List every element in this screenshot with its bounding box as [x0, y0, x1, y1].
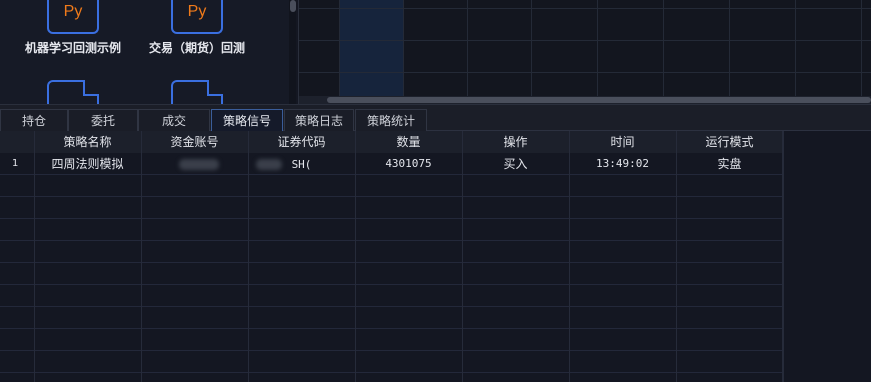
cell-action: 买入	[503, 157, 528, 171]
cell-time: 13:49:02	[596, 157, 649, 170]
table-row-empty	[0, 175, 783, 197]
column-header-index[interactable]	[0, 131, 34, 153]
column-header-run-mode[interactable]: 运行模式	[676, 131, 783, 153]
selected-column-highlight	[339, 0, 403, 96]
column-header-time[interactable]: 时间	[569, 131, 676, 153]
row-index: 1	[12, 158, 19, 169]
strategy-signal-table: 策略名称 资金账号 证券代码 数量 操作 时间 运行模式 1 四周法则模拟 SH…	[0, 131, 783, 382]
tab-strategy-signals[interactable]: 策略信号	[211, 109, 283, 131]
table-row-empty	[0, 307, 783, 329]
file-icon	[171, 80, 223, 104]
file-browser-scrollbar[interactable]	[289, 0, 296, 104]
table-row-empty	[0, 285, 783, 307]
column-header-action[interactable]: 操作	[462, 131, 569, 153]
cell-run-mode: 实盘	[717, 157, 742, 171]
table-row[interactable]: 1 四周法则模拟 SH( 4301075 买入 13:49:02 实盘	[0, 153, 783, 175]
table-empty-area	[783, 131, 871, 382]
cell-account	[141, 153, 248, 175]
file-item-futures-backtest[interactable]: Py 交易（期货）回测	[132, 0, 262, 56]
python-file-icon: Py	[171, 0, 223, 34]
cell-strategy-name: 四周法则模拟	[51, 157, 124, 171]
chart-grid-area	[298, 0, 871, 104]
file-item-ml-backtest[interactable]: Py 机器学习回测示例	[8, 0, 138, 56]
python-file-icon: Py	[47, 0, 99, 34]
table-row-empty	[0, 219, 783, 241]
tab-strategy-log[interactable]: 策略日志	[284, 109, 354, 131]
tab-trades[interactable]: 成交	[138, 109, 210, 131]
table-row-empty	[0, 351, 783, 373]
redacted-code	[256, 159, 282, 170]
column-header-strategy-name[interactable]: 策略名称	[34, 131, 141, 153]
tab-strategy-stats[interactable]: 策略统计	[355, 109, 427, 131]
table-row-empty	[0, 197, 783, 219]
table-row-empty	[0, 263, 783, 285]
tab-orders[interactable]: 委托	[68, 109, 138, 131]
bottom-tab-bar: 持仓 委托 成交 策略信号 策略日志 策略统计	[0, 104, 871, 131]
column-header-account[interactable]: 资金账号	[141, 131, 248, 153]
file-label: 交易（期货）回测	[148, 41, 245, 55]
scrollbar-thumb[interactable]	[327, 97, 871, 103]
column-header-quantity[interactable]: 数量	[355, 131, 462, 153]
tab-positions[interactable]: 持仓	[0, 109, 68, 131]
cell-quantity: 4301075	[385, 157, 432, 170]
table-row-empty	[0, 241, 783, 263]
file-icon	[47, 80, 99, 104]
app-window: Py 机器学习回测示例 Py 交易（期货）回测 持仓 委托 成交 策略信号 策略…	[0, 0, 871, 382]
strategy-file-browser: Py 机器学习回测示例 Py 交易（期货）回测	[0, 0, 296, 104]
file-item-4[interactable]	[132, 80, 262, 104]
scrollbar-thumb[interactable]	[290, 0, 296, 12]
file-item-3[interactable]	[8, 80, 138, 104]
cell-security-code: SH(	[248, 153, 355, 175]
file-label: 机器学习回测示例	[24, 41, 121, 55]
redacted-account	[179, 159, 219, 170]
grid-horizontal-scrollbar[interactable]	[299, 96, 871, 104]
column-header-security-code[interactable]: 证券代码	[248, 131, 355, 153]
table-header: 策略名称 资金账号 证券代码 数量 操作 时间 运行模式	[0, 131, 783, 153]
table-row-empty	[0, 329, 783, 351]
